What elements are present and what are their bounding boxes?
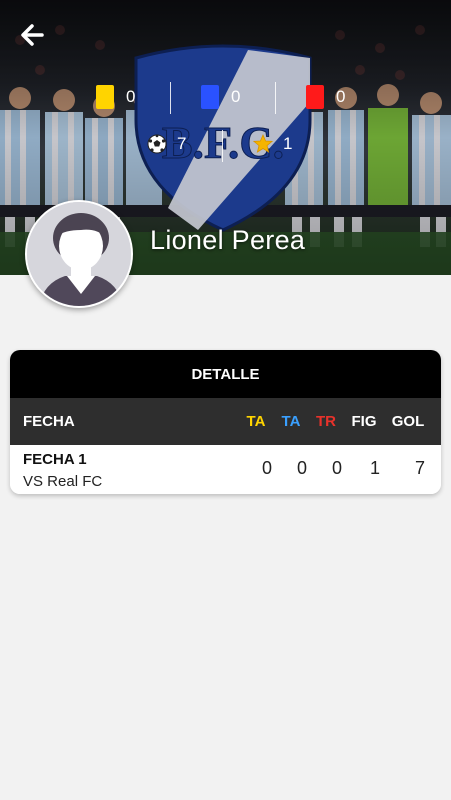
detail-table-header: FECHA TA TA TR FIG GOL	[10, 398, 441, 445]
stat-blue-cards: 0	[201, 85, 240, 109]
column-header-fig: FIG	[351, 413, 377, 430]
column-header-gol: GOL	[391, 413, 425, 430]
row-taz-value: 0	[296, 458, 307, 478]
detail-card: DETALLE FECHA TA TA TR FIG GOL FECHA 1 V…	[10, 350, 441, 494]
row-ta-value: 0	[261, 458, 272, 478]
row-gol-value: 7	[414, 458, 425, 478]
detail-title: DETALLE	[10, 350, 441, 398]
goals-value: 7	[177, 134, 187, 153]
table-row[interactable]: FECHA 1 VS Real FC 0 0 0 1 7	[10, 445, 441, 494]
default-avatar-icon	[27, 202, 131, 306]
column-header-tr: TR	[316, 413, 336, 430]
stat-divider	[222, 130, 223, 162]
soccer-ball-icon	[147, 134, 167, 154]
stat-divider	[170, 82, 171, 114]
column-header-fecha: FECHA	[23, 413, 75, 430]
figures-value: 1	[283, 134, 293, 153]
stat-yellow-cards: 0	[96, 85, 135, 109]
row-fig-value: 1	[369, 458, 380, 478]
column-header-ta-yellow: TA	[246, 413, 266, 430]
stat-goals: 7	[147, 134, 186, 154]
column-header-ta-blue: TA	[281, 413, 301, 430]
blue-card-icon	[201, 85, 219, 109]
star-icon	[253, 134, 273, 153]
red-card-icon	[306, 85, 324, 109]
stat-figures: 1	[253, 134, 292, 154]
player-avatar	[25, 200, 133, 308]
stat-divider	[275, 82, 276, 114]
back-button[interactable]	[16, 20, 48, 50]
row-tr-value: 0	[331, 458, 342, 478]
arrow-left-icon	[21, 24, 44, 46]
player-name: Lionel Perea	[150, 225, 306, 255]
row-rival: VS Real FC	[23, 473, 103, 490]
yellow-card-icon	[96, 85, 114, 109]
red-cards-value: 0	[336, 87, 346, 106]
row-fecha: FECHA 1	[23, 451, 87, 468]
stat-red-cards: 0	[306, 85, 345, 109]
blue-cards-value: 0	[231, 87, 241, 106]
yellow-cards-value: 0	[126, 87, 136, 106]
